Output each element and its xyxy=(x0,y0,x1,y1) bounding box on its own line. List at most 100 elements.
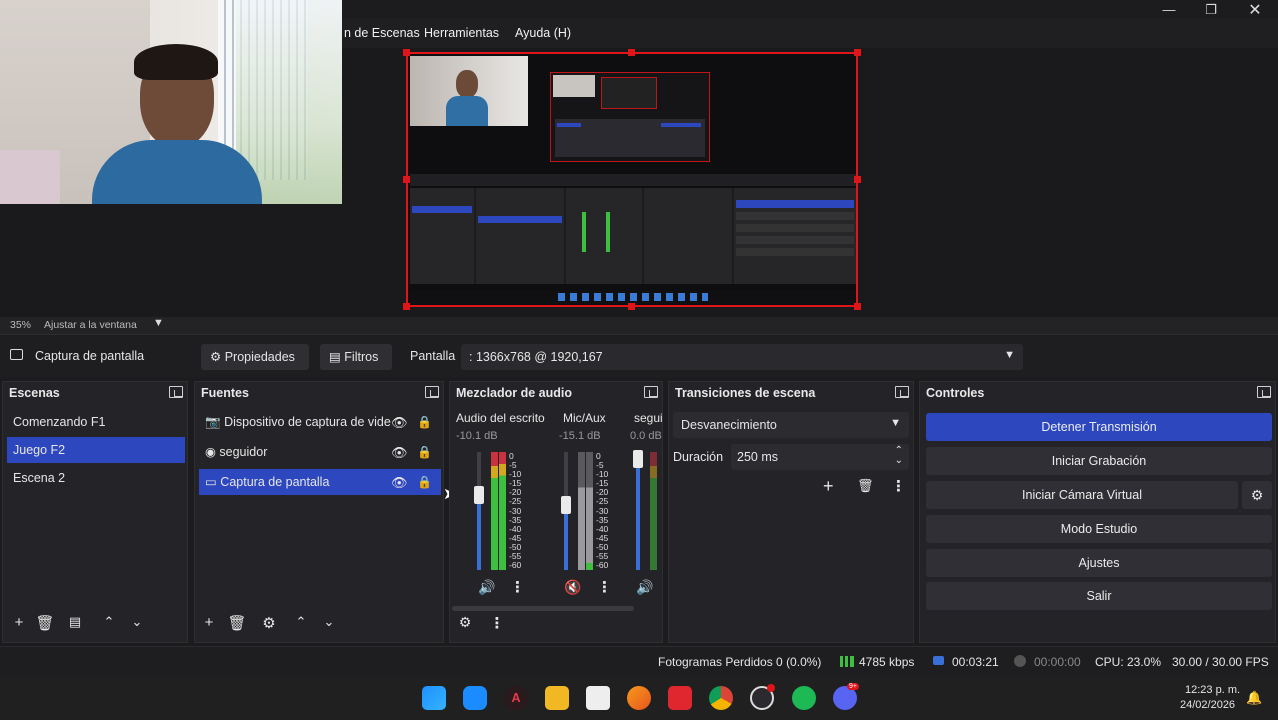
chrome-icon[interactable] xyxy=(709,686,733,710)
gear-icon[interactable]: ⚙ xyxy=(1242,481,1272,509)
app-icon[interactable]: A xyxy=(504,686,528,710)
display-label: Pantalla xyxy=(410,349,456,363)
preview-canvas[interactable] xyxy=(406,52,858,307)
clock-time[interactable]: 12:23 p. m. xyxy=(1185,684,1240,696)
signal-bars-icon xyxy=(840,656,854,667)
more-options-icon[interactable]: ⋮ xyxy=(597,578,612,596)
controls-title: Controles xyxy=(926,386,985,400)
stop-streaming-button[interactable]: Detener Transmisión xyxy=(926,413,1272,441)
preview-obs-mini xyxy=(410,188,856,284)
restore-icon[interactable]: ❐ xyxy=(1196,2,1226,22)
settings-button[interactable]: Ajustes xyxy=(926,549,1272,577)
webcam-overlay xyxy=(0,0,342,204)
mixer-title: Mezclador de audio xyxy=(456,386,572,400)
chevron-up-icon[interactable]: ⌃ xyxy=(99,614,119,636)
undock-icon[interactable] xyxy=(895,386,909,398)
scenes-dock: Escenas Comenzando F1 Juego F2 Escena 2 … xyxy=(2,381,188,643)
scene-item[interactable]: Comenzando F1 xyxy=(7,409,185,435)
spotify-icon[interactable] xyxy=(792,686,816,710)
app-icon[interactable] xyxy=(668,686,692,710)
record-time: 00:00:00 xyxy=(1034,655,1081,669)
close-icon[interactable]: ✕ xyxy=(1240,0,1270,20)
trash-icon[interactable]: 🗑 xyxy=(35,614,55,636)
lock-icon[interactable]: 🔒 xyxy=(417,475,432,489)
live-time: 00:03:21 xyxy=(952,655,999,669)
eye-icon[interactable]: 👁 xyxy=(391,445,408,461)
duration-spinbox[interactable]: 250 ms ⌃ ⌄ xyxy=(731,444,909,470)
audio-meter xyxy=(650,452,657,570)
display-icon: ▭ xyxy=(205,475,217,489)
mixer-scrollbar[interactable] xyxy=(452,606,634,611)
fl-studio-icon[interactable] xyxy=(627,686,651,710)
zoom-fit[interactable]: Ajustar a la ventana xyxy=(44,319,137,331)
preview-nested-capture xyxy=(550,72,710,162)
chevron-down-icon[interactable]: ▼ xyxy=(153,317,164,329)
menu-help[interactable]: Ayuda (H) xyxy=(515,26,571,40)
controls-dock: Controles Detener Transmisión Iniciar Gr… xyxy=(919,381,1276,643)
start-recording-button[interactable]: Iniciar Grabación xyxy=(926,447,1272,475)
chevron-down-icon[interactable]: ⌄ xyxy=(127,614,147,636)
discord-badge: 9+ xyxy=(847,683,859,690)
add-icon[interactable]: + xyxy=(199,614,219,636)
record-icon xyxy=(1014,655,1026,667)
filters-button[interactable]: ▤ Filtros xyxy=(320,344,392,370)
speaker-icon[interactable]: 🔊 xyxy=(478,579,495,596)
display-select[interactable]: : 1366x768 @ 1920,167 ▼ xyxy=(461,344,1023,370)
dropped-frames: Fotogramas Perdidos 0 (0.0%) xyxy=(658,655,822,669)
scene-item[interactable]: Escena 2 xyxy=(7,465,185,491)
clock-date[interactable]: 24/02/2026 xyxy=(1180,699,1235,711)
undock-icon[interactable] xyxy=(425,386,439,398)
chevron-down-icon[interactable]: ⌄ xyxy=(319,614,339,636)
chevron-down-icon[interactable]: ⌄ xyxy=(895,455,903,466)
menu-scene-collection[interactable]: n de Escenas xyxy=(344,26,420,40)
more-options-icon[interactable]: ⋮ xyxy=(510,578,525,596)
filter-icon[interactable]: ▤ xyxy=(65,614,85,636)
gear-icon[interactable]: ⚙ xyxy=(456,614,474,636)
gear-icon: ⚙ xyxy=(210,350,222,364)
channel-name: segui xyxy=(634,411,663,425)
recording-dot-icon xyxy=(767,684,775,692)
channel-db: 0.0 dB xyxy=(630,430,662,442)
undock-icon[interactable] xyxy=(644,386,658,398)
more-options-icon[interactable]: ⋮ xyxy=(891,477,906,495)
app-icon[interactable] xyxy=(463,686,487,710)
notification-icon[interactable]: 🔔 xyxy=(1246,690,1262,706)
menu-tools[interactable]: Herramientas xyxy=(424,26,499,40)
eye-icon[interactable]: 👁 xyxy=(391,475,408,491)
lock-icon[interactable]: 🔒 xyxy=(417,415,432,429)
audio-meter xyxy=(491,452,498,570)
minimize-icon[interactable]: — xyxy=(1154,2,1184,22)
trash-icon[interactable]: 🗑 xyxy=(227,614,247,636)
windows-start-icon[interactable] xyxy=(422,686,446,710)
audio-meter xyxy=(499,452,506,570)
volume-slider-handle[interactable] xyxy=(633,450,643,468)
more-options-icon[interactable]: ⋮ xyxy=(488,614,506,636)
undock-icon[interactable] xyxy=(169,386,183,398)
transitions-title: Transiciones de escena xyxy=(675,386,816,400)
start-virtual-camera-button[interactable]: Iniciar Cámara Virtual xyxy=(926,481,1238,509)
volume-slider-handle[interactable] xyxy=(474,486,484,504)
eye-icon[interactable]: 👁 xyxy=(391,415,408,431)
chevron-up-icon[interactable]: ⌃ xyxy=(291,614,311,636)
scene-item-selected[interactable]: Juego F2 xyxy=(7,437,185,463)
volume-slider-handle[interactable] xyxy=(561,496,571,514)
app-icon[interactable] xyxy=(586,686,610,710)
zoom-level[interactable]: 35% xyxy=(10,319,31,331)
sources-dock: Fuentes 📷 Dispositivo de captura de vide… xyxy=(194,381,456,643)
add-icon[interactable]: + xyxy=(823,476,834,497)
properties-button[interactable]: ⚙ Propiedades xyxy=(201,344,309,370)
status-bar: Fotogramas Perdidos 0 (0.0%) 4785 kbps 0… xyxy=(0,646,1278,676)
volume-slider-track[interactable] xyxy=(636,452,640,570)
add-icon[interactable]: + xyxy=(9,614,29,636)
undock-icon[interactable] xyxy=(1257,386,1271,398)
lock-icon[interactable]: 🔒 xyxy=(417,445,432,459)
speaker-muted-icon[interactable]: 🔇 xyxy=(564,579,581,596)
trash-icon[interactable]: 🗑 xyxy=(857,478,874,494)
transition-select[interactable]: Desvanecimiento ▼ xyxy=(673,412,909,438)
gear-icon[interactable]: ⚙ xyxy=(259,614,279,636)
exit-button[interactable]: Salir xyxy=(926,582,1272,610)
live-icon xyxy=(933,656,944,665)
studio-mode-button[interactable]: Modo Estudio xyxy=(926,515,1272,543)
file-explorer-icon[interactable] xyxy=(545,686,569,710)
speaker-icon[interactable]: 🔊 xyxy=(636,579,653,596)
